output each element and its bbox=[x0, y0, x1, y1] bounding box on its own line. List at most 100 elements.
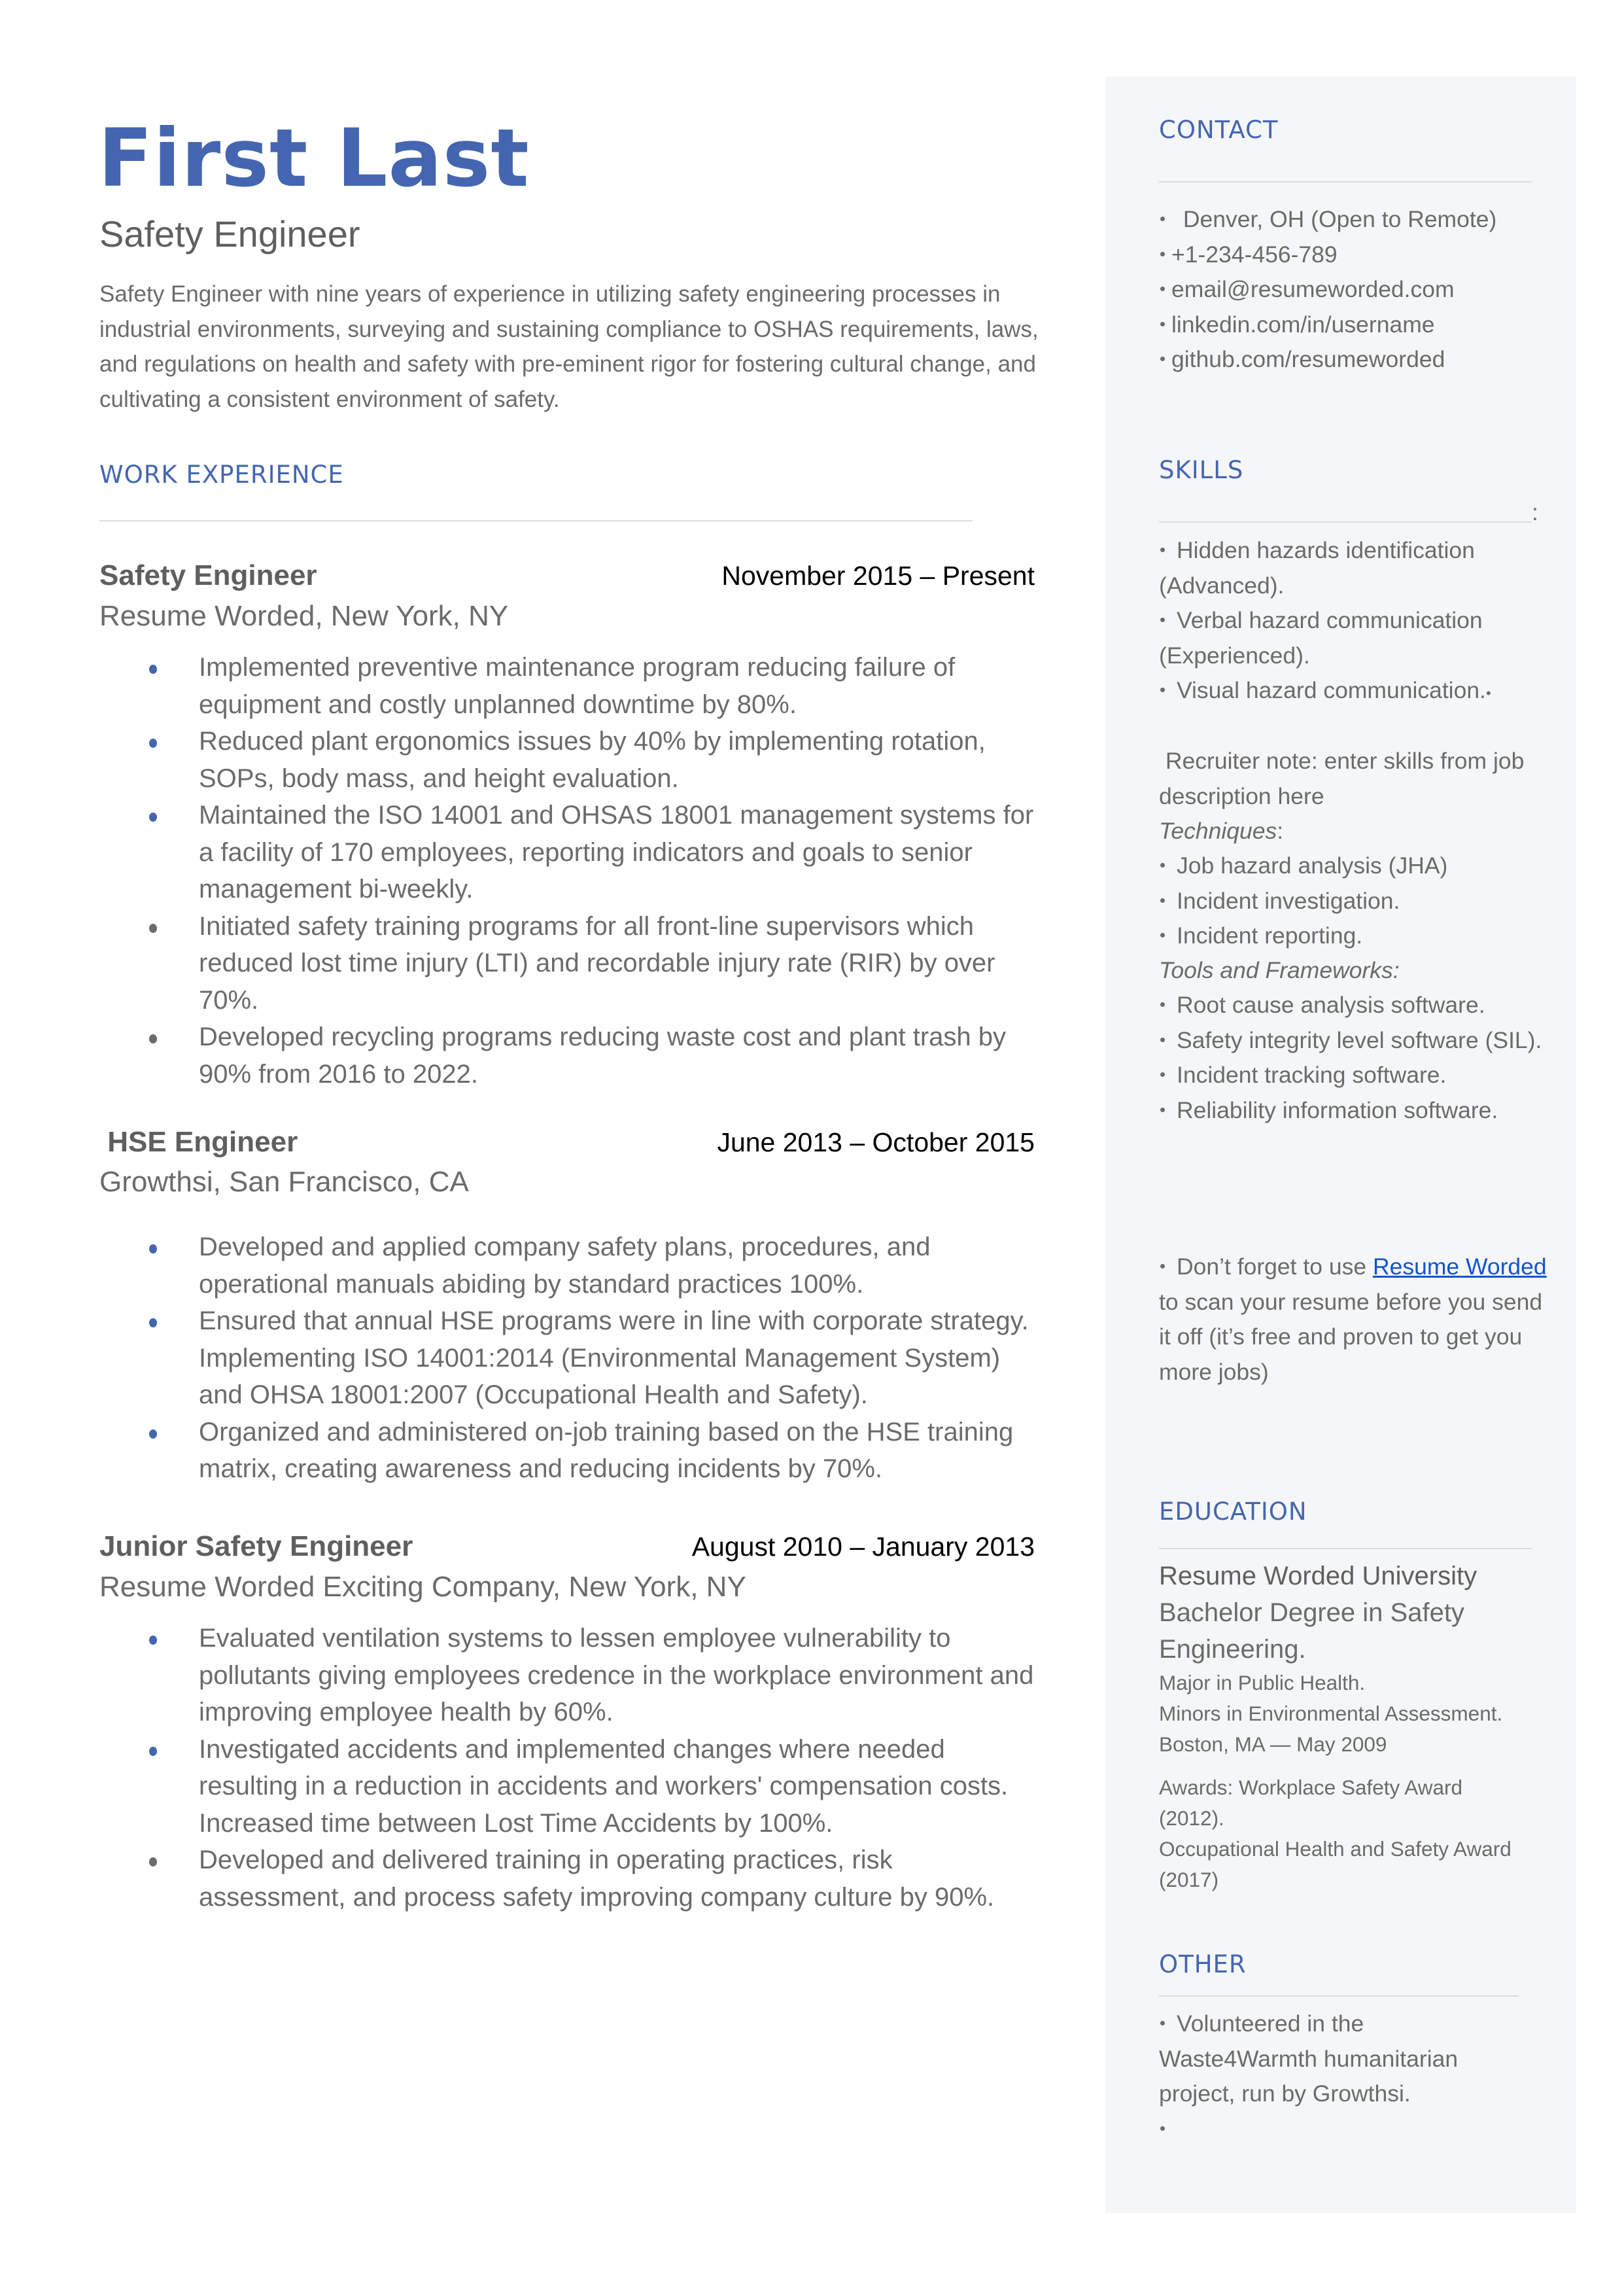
bullet-text: Reduced plant ergonomics issues by 40% b… bbox=[199, 727, 986, 793]
bullet-icon bbox=[149, 923, 157, 933]
education-degree: Bachelor Degree in Safety Engineering. bbox=[1159, 1598, 1464, 1664]
technique-item: Job hazard analysis (JHA) bbox=[1159, 849, 1551, 884]
bullet-icon bbox=[1160, 357, 1165, 362]
education-divider bbox=[1159, 1548, 1532, 1549]
bullet-icon bbox=[1160, 1072, 1165, 1077]
education-major: Major in Public Health. bbox=[1159, 1671, 1366, 1694]
job-company: Growthsi, San Francisco, CA bbox=[99, 1166, 469, 1198]
job-bullet: Developed and applied company safety pla… bbox=[99, 1229, 1041, 1303]
job-bullet: Investigated accidents and implemented c… bbox=[99, 1731, 1041, 1842]
tool-item: Reliability information software. bbox=[1159, 1093, 1551, 1129]
skills-list: Hidden hazards identification (Advanced)… bbox=[1159, 533, 1551, 711]
job-bullet: Reduced plant ergonomics issues by 40% b… bbox=[99, 723, 1041, 797]
techniques-label: Techniques: bbox=[1159, 818, 1284, 844]
job-bullet: Organized and administered on-job traini… bbox=[99, 1414, 1041, 1488]
technique-item: Incident investigation. bbox=[1159, 884, 1551, 919]
work-experience-heading: WORK EXPERIENCE bbox=[99, 461, 344, 489]
job-bullet: Ensured that annual HSE programs were in… bbox=[99, 1303, 1041, 1414]
techniques-list: Job hazard analysis (JHA) Incident inves… bbox=[1159, 849, 1551, 954]
job-bullets: Evaluated ventilation systems to lessen … bbox=[99, 1620, 1041, 1916]
job-bullet: Maintained the ISO 14001 and OHSAS 18001… bbox=[99, 797, 1041, 908]
candidate-name: First Last bbox=[98, 112, 530, 205]
bullet-text: Investigated accidents and implemented c… bbox=[199, 1734, 1009, 1838]
bullet-icon bbox=[1160, 618, 1165, 623]
job-role: HSE Engineer bbox=[99, 1126, 298, 1158]
tool-item: Incident tracking software. bbox=[1159, 1058, 1551, 1093]
job-bullet: Initiated safety training programs for a… bbox=[99, 908, 1041, 1019]
skills-divider-colon: : bbox=[1532, 499, 1538, 525]
job-header: Safety Engineer November 2015 – Present bbox=[99, 556, 1035, 595]
education-award: Awards: Workplace Safety Award (2012). bbox=[1159, 1776, 1462, 1830]
bullet-icon bbox=[1160, 933, 1165, 938]
bullet-icon bbox=[1160, 548, 1165, 553]
skill-item: Verbal hazard communication (Experienced… bbox=[1159, 607, 1483, 669]
skill-item: Visual hazard communication.• bbox=[1159, 673, 1551, 711]
contact-phone[interactable]: +1-234-456-789 bbox=[1159, 237, 1551, 273]
bullet-icon bbox=[149, 1857, 157, 1866]
bullet-icon bbox=[149, 1636, 157, 1645]
job-role: Junior Safety Engineer bbox=[99, 1530, 413, 1562]
job-bullet: Developed and delivered training in oper… bbox=[99, 1842, 1041, 1916]
tool-item: Safety integrity level software (SIL). bbox=[1159, 1023, 1551, 1059]
bullet-icon bbox=[1160, 2126, 1165, 2131]
contact-list: Denver, OH (Open to Remote) +1-234-456-7… bbox=[1159, 202, 1551, 377]
bullet-icon bbox=[149, 813, 157, 822]
job-role: Safety Engineer bbox=[99, 559, 317, 591]
tools-list: Root cause analysis software. Safety int… bbox=[1159, 988, 1551, 1128]
bullet-icon bbox=[1160, 1264, 1165, 1269]
bullet-icon bbox=[1160, 1107, 1165, 1112]
summary: Safety Engineer with nine years of exper… bbox=[99, 281, 1039, 412]
bullet-icon bbox=[1160, 321, 1165, 326]
tools-label: Tools and Frameworks: bbox=[1159, 957, 1400, 983]
job-bullet: Evaluated ventilation systems to lessen … bbox=[99, 1620, 1041, 1731]
bullet-icon bbox=[1160, 251, 1165, 256]
bullet-icon bbox=[149, 1746, 157, 1756]
resume-tip: Don’t forget to use Resume Worded to sca… bbox=[1159, 1253, 1553, 1385]
bullet-text: Ensured that annual HSE programs were in… bbox=[199, 1306, 1029, 1409]
candidate-title: Safety Engineer bbox=[99, 213, 360, 254]
job-company: Resume Worded Exciting Company, New York… bbox=[99, 1571, 746, 1603]
bullet-text: Maintained the ISO 14001 and OHSAS 18001… bbox=[199, 801, 1034, 903]
skill-item: Hidden hazards identification (Advanced)… bbox=[1159, 537, 1475, 599]
contact-heading: CONTACT bbox=[1159, 116, 1279, 144]
bullet-icon bbox=[1160, 1002, 1165, 1007]
bullet-text: Developed recycling programs reducing wa… bbox=[199, 1023, 1006, 1089]
education-heading: EDUCATION bbox=[1159, 1498, 1307, 1526]
job-dates: November 2015 – Present bbox=[721, 561, 1035, 591]
bullet-text: Developed and delivered training in oper… bbox=[199, 1846, 995, 1912]
job-header: HSE Engineer June 2013 – October 2015 bbox=[99, 1123, 1035, 1162]
job-dates: June 2013 – October 2015 bbox=[717, 1127, 1035, 1157]
work-experience-divider bbox=[99, 520, 973, 521]
job-bullets: Developed and applied company safety pla… bbox=[99, 1229, 1041, 1488]
other-item: Volunteered in the Waste4Warmth humanita… bbox=[1159, 2010, 1459, 2107]
bullet-text: Initiated safety training programs for a… bbox=[199, 911, 995, 1015]
bullet-icon bbox=[149, 1318, 157, 1327]
job-dates: August 2010 – January 2013 bbox=[691, 1532, 1035, 1562]
other-heading: OTHER bbox=[1159, 1950, 1247, 1978]
technique-item: Incident reporting. bbox=[1159, 919, 1551, 954]
job-bullets: Implemented preventive maintenance progr… bbox=[99, 649, 1041, 1093]
bullet-text: Organized and administered on-job traini… bbox=[199, 1417, 1014, 1484]
contact-linkedin[interactable]: linkedin.com/in/username bbox=[1159, 307, 1551, 343]
bullet-icon bbox=[1160, 287, 1165, 292]
education-award: Occupational Health and Safety Award (20… bbox=[1159, 1837, 1512, 1891]
skills-divider bbox=[1159, 521, 1532, 523]
bullet-icon bbox=[149, 1244, 157, 1253]
contact-github[interactable]: github.com/resumeworded bbox=[1159, 342, 1551, 377]
bullet-icon bbox=[149, 1429, 157, 1439]
tool-item: Root cause analysis software. bbox=[1159, 988, 1551, 1023]
education-minors: Minors in Environmental Assessment. bbox=[1159, 1702, 1503, 1725]
other-item-empty bbox=[1159, 2112, 1486, 2138]
bullet-icon bbox=[1160, 217, 1165, 222]
trailing-bullet-icon: • bbox=[1485, 685, 1491, 701]
resume-worded-link[interactable]: Resume Worded bbox=[1373, 1253, 1547, 1280]
other-divider bbox=[1159, 1995, 1519, 1997]
bullet-icon bbox=[149, 665, 157, 674]
bullet-icon bbox=[149, 739, 157, 748]
bullet-icon bbox=[1160, 863, 1165, 868]
other-list: Volunteered in the Waste4Warmth humanita… bbox=[1159, 2006, 1486, 2138]
bullet-icon bbox=[1160, 688, 1165, 693]
bullet-icon bbox=[1160, 898, 1165, 903]
bullet-text: Developed and applied company safety pla… bbox=[199, 1233, 931, 1299]
contact-email[interactable]: email@resumeworded.com bbox=[1159, 272, 1551, 307]
